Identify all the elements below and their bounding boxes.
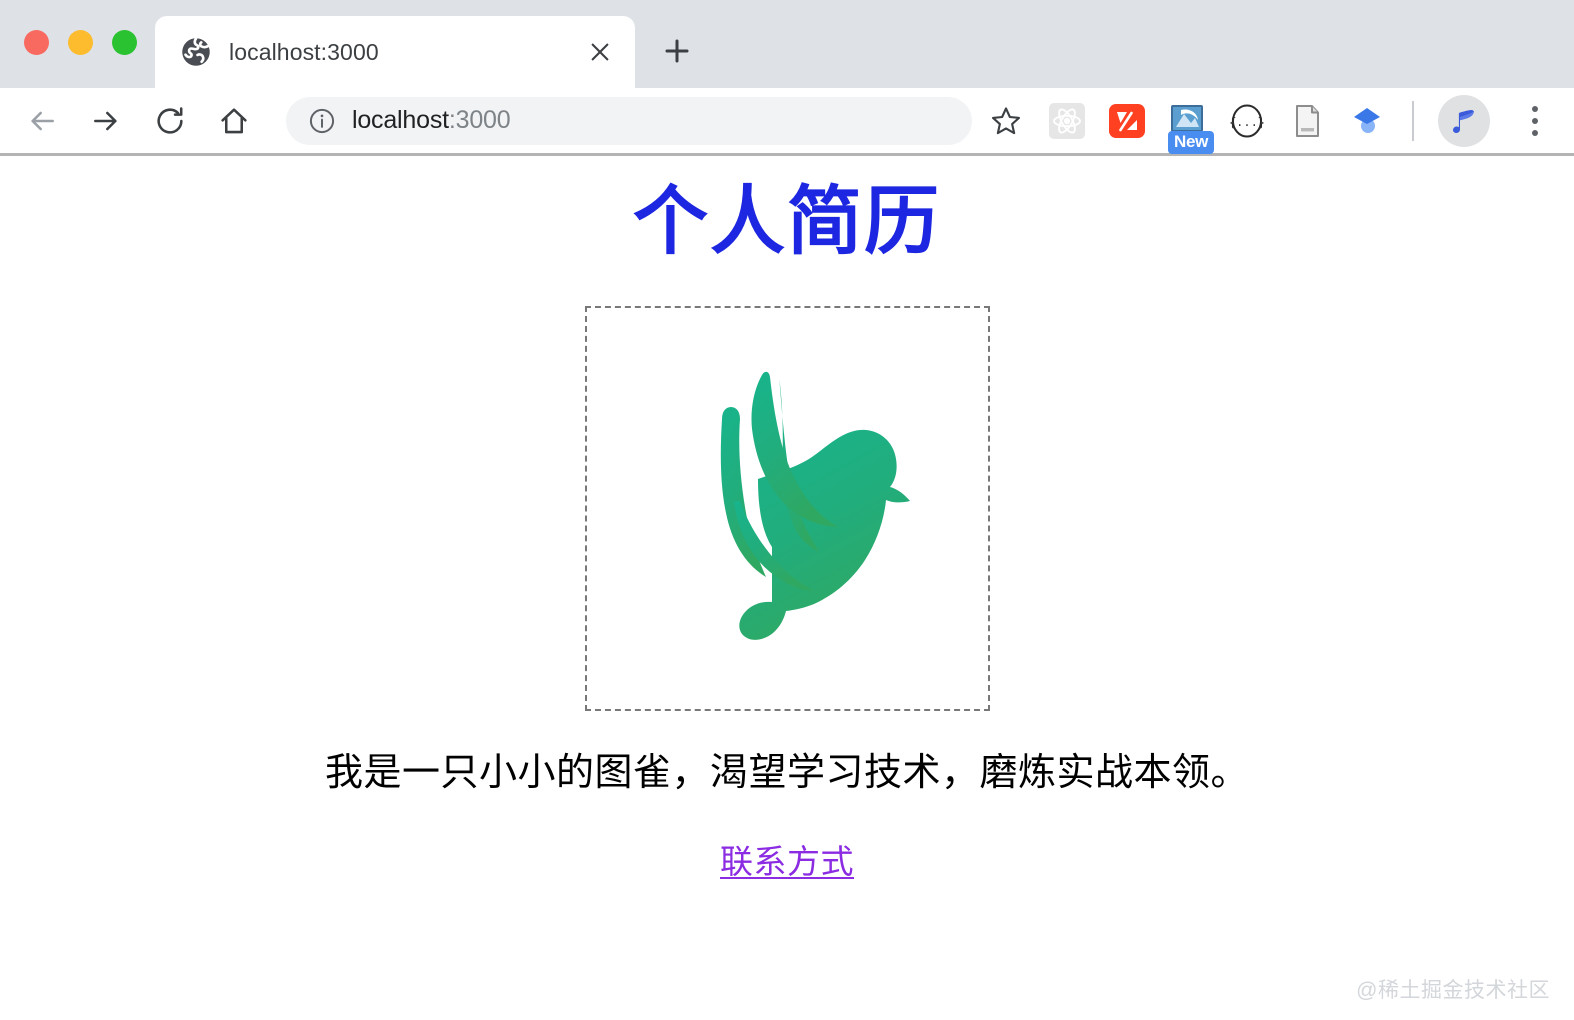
tuture-bird-logo: [662, 361, 912, 656]
menu-dot: [1532, 129, 1538, 136]
address-bar[interactable]: localhost:3000: [286, 96, 972, 145]
document-extension-icon[interactable]: [1286, 100, 1328, 142]
address-bar-url: localhost:3000: [352, 106, 952, 135]
music-note-avatar[interactable]: [1438, 94, 1490, 147]
resume-photo-frame: [584, 306, 990, 712]
resume-tagline: 我是一只小小的图雀，渴望学习技术，磨炼实战本领。: [324, 752, 1249, 795]
screenshot-extension-icon[interactable]: New: [1166, 100, 1215, 154]
close-tab-button[interactable]: [583, 35, 617, 69]
graduation-extension-icon[interactable]: [1346, 100, 1388, 142]
forward-button[interactable]: [78, 93, 134, 149]
back-button[interactable]: [14, 93, 70, 149]
tab-title: localhost:3000: [229, 38, 379, 65]
url-port: :3000: [448, 106, 511, 134]
toolbar-divider: [1412, 100, 1414, 141]
browser-window: localhost:3000 localhost:3000 New {...} …: [0, 0, 1574, 1020]
menu-dot: [1532, 105, 1538, 112]
extension-new-badge: New: [1168, 130, 1215, 154]
percent-extension-icon[interactable]: [1106, 100, 1148, 142]
new-tab-button[interactable]: [649, 23, 705, 79]
three-dot-menu-icon[interactable]: [1514, 95, 1556, 147]
contact-link[interactable]: 联系方式: [720, 835, 854, 883]
window-controls: [24, 30, 137, 55]
page-title: 个人简历: [632, 181, 941, 264]
watermark: @稀土掘金技术社区: [1356, 979, 1550, 1002]
star-outline-icon[interactable]: [980, 95, 1032, 147]
json-formatter-icon[interactable]: {...}: [1226, 100, 1268, 142]
page-viewport: 个人简历 我是一只小小的图雀，渴望学习技术，磨炼实战本领。 联系方式 @稀土掘金…: [0, 156, 1574, 1020]
globe-icon: [181, 37, 211, 67]
browser-tab-localhost[interactable]: localhost:3000: [155, 16, 635, 88]
menu-dot: [1532, 117, 1538, 124]
tab-strip: localhost:3000: [0, 0, 1574, 88]
reload-button[interactable]: [142, 93, 198, 149]
tabs-row: localhost:3000: [155, 0, 705, 88]
close-window-button[interactable]: [24, 30, 49, 55]
react-devtools-icon[interactable]: [1046, 100, 1088, 142]
url-host: localhost: [352, 106, 449, 134]
maximize-window-button[interactable]: [112, 30, 137, 55]
home-button[interactable]: [206, 93, 262, 149]
info-circle-icon[interactable]: [308, 107, 336, 135]
svg-text:{...}: {...}: [1229, 116, 1265, 130]
minimize-window-button[interactable]: [68, 30, 93, 55]
browser-toolbar: localhost:3000 New {...}: [0, 88, 1574, 156]
extensions-area: New {...}: [1046, 94, 1556, 154]
